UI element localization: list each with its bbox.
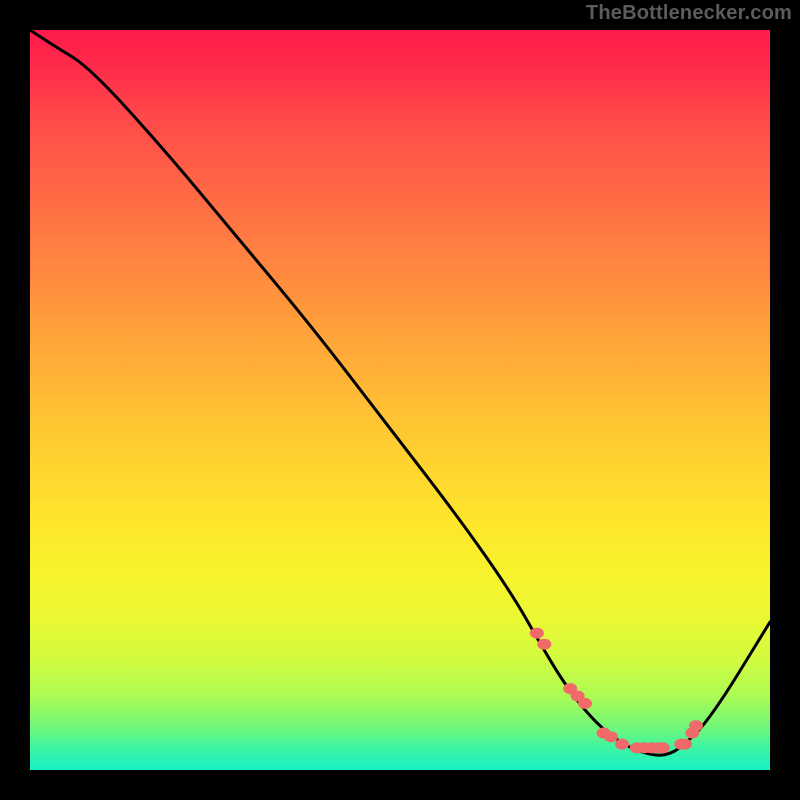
- highlight-dots: [530, 628, 703, 754]
- bottleneck-curve-svg: [30, 30, 770, 770]
- attribution-text: TheBottlenecker.com: [586, 2, 792, 25]
- plot-area: [30, 30, 770, 770]
- highlight-dot: [604, 731, 618, 742]
- chart-frame: TheBottlenecker.com: [0, 0, 800, 800]
- highlight-dot: [530, 628, 544, 639]
- highlight-dot: [689, 720, 703, 731]
- highlight-dot: [656, 742, 670, 753]
- highlight-dot: [578, 698, 592, 709]
- highlight-dot: [615, 739, 629, 750]
- bottleneck-curve: [30, 30, 770, 755]
- highlight-dot: [537, 639, 551, 650]
- highlight-dot: [678, 739, 692, 750]
